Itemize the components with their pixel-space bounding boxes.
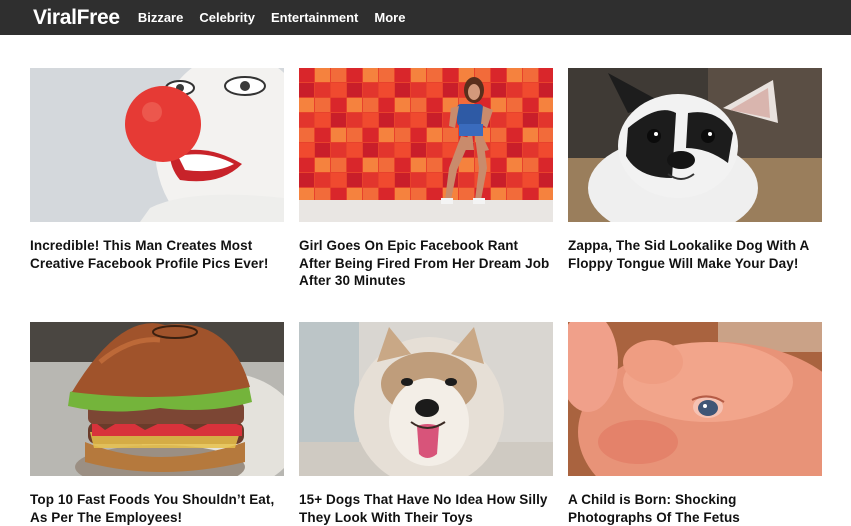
article-card[interactable]: Incredible! This Man Creates Most Creati…	[30, 68, 284, 272]
article-thumbnail-burger[interactable]	[30, 322, 284, 476]
article-thumbnail-clown[interactable]	[30, 68, 284, 222]
nav-item-more[interactable]: More	[374, 10, 405, 25]
nav-item-celebrity[interactable]: Celebrity	[199, 10, 255, 25]
article-thumbnail-bulldog[interactable]	[568, 68, 822, 222]
article-title[interactable]: Top 10 Fast Foods You Shouldn’t Eat, As …	[30, 491, 284, 526]
top-navbar: ViralFree Bizzare Celebrity Entertainmen…	[0, 0, 851, 35]
article-title[interactable]: Girl Goes On Epic Facebook Rant After Be…	[299, 237, 553, 290]
site-logo[interactable]: ViralFree	[33, 6, 120, 30]
article-card[interactable]: 15+ Dogs That Have No Idea How Silly The…	[299, 322, 553, 526]
main-nav: Bizzare Celebrity Entertainment More	[138, 10, 406, 25]
article-title[interactable]: Incredible! This Man Creates Most Creati…	[30, 237, 284, 272]
article-title[interactable]: A Child is Born: Shocking Photographs Of…	[568, 491, 822, 526]
article-card[interactable]: Zappa, The Sid Lookalike Dog With A Flop…	[568, 68, 822, 272]
article-card[interactable]: Top 10 Fast Foods You Shouldn’t Eat, As …	[30, 322, 284, 526]
article-title[interactable]: Zappa, The Sid Lookalike Dog With A Flop…	[568, 237, 822, 272]
nav-item-bizzare[interactable]: Bizzare	[138, 10, 184, 25]
nav-item-entertainment[interactable]: Entertainment	[271, 10, 358, 25]
article-thumbnail-woman-red-wall[interactable]	[299, 68, 553, 222]
article-card[interactable]: A Child is Born: Shocking Photographs Of…	[568, 322, 822, 526]
article-thumbnail-husky[interactable]	[299, 322, 553, 476]
article-card[interactable]: Girl Goes On Epic Facebook Rant After Be…	[299, 68, 553, 290]
article-thumbnail-baby[interactable]	[568, 322, 822, 476]
article-title[interactable]: 15+ Dogs That Have No Idea How Silly The…	[299, 491, 553, 526]
